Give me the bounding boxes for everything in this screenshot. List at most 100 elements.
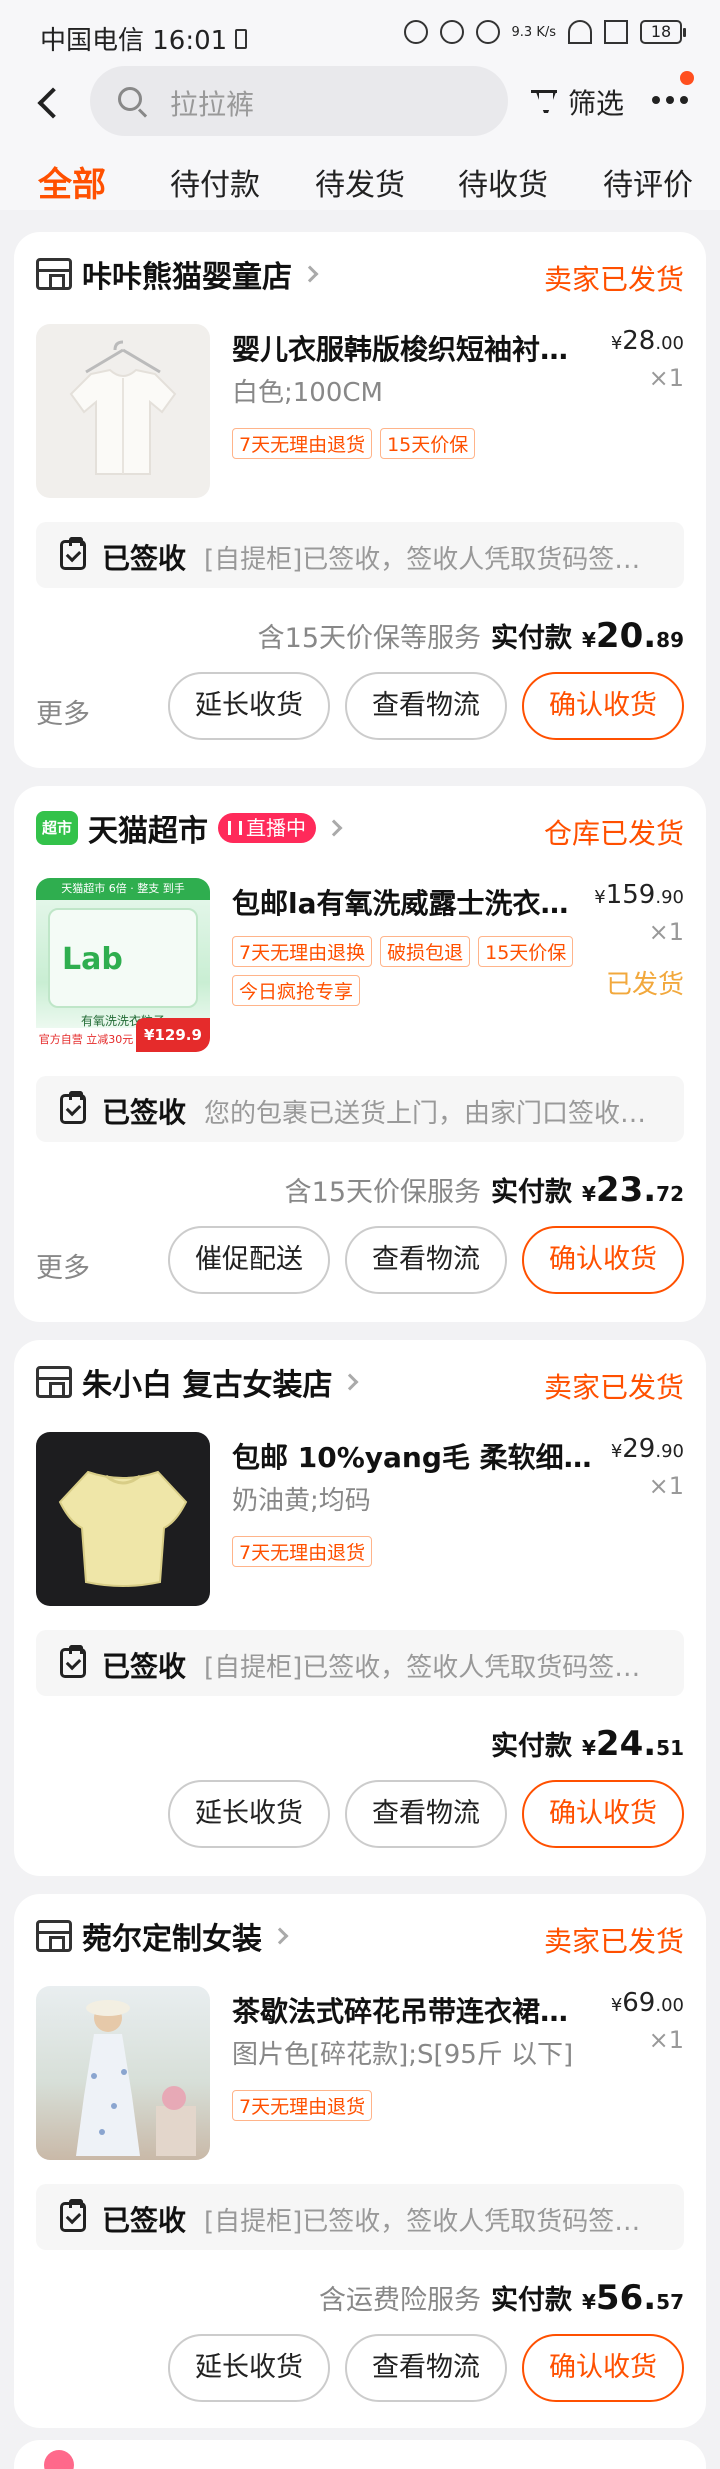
shop-name: 菀尔定制女装 bbox=[82, 1922, 262, 1957]
confirm-receipt-button[interactable]: 确认收货 bbox=[522, 672, 684, 740]
logistics-message: [自提柜]已签收，签收人凭取货码签收，如有疑问请联系 bbox=[204, 545, 664, 575]
service-tags: 7天无理由退货 bbox=[232, 2090, 592, 2121]
extend-receipt-button[interactable]: 延长收货 bbox=[168, 672, 330, 740]
tab-pending-receipt[interactable]: 待收货 bbox=[458, 160, 548, 204]
tab-pending-review[interactable]: 待评价 bbox=[603, 160, 693, 204]
order-status: 仓库已发货 bbox=[543, 817, 684, 850]
item-quantity: ×1 bbox=[648, 2026, 684, 2054]
clipboard-check-icon bbox=[60, 1091, 86, 1124]
more-link[interactable]: 更多 bbox=[36, 1246, 90, 1285]
filter-label: 筛选 bbox=[568, 87, 625, 120]
shop-header[interactable]: 咔咔熊猫婴童店 bbox=[36, 252, 319, 296]
shop-header[interactable]: 菀尔定制女装 bbox=[36, 1914, 289, 1958]
back-icon[interactable] bbox=[30, 84, 70, 124]
clipboard-check-icon bbox=[60, 537, 86, 570]
search-icon bbox=[118, 87, 142, 111]
chevron-right-icon bbox=[341, 1373, 359, 1391]
urge-delivery-button[interactable]: 催促配送 bbox=[168, 1226, 330, 1294]
logistics-message: [自提柜]已签收，签收人凭取货码签收，如有疑问请联系 bbox=[204, 2207, 664, 2237]
price-currency: ¥ bbox=[610, 333, 623, 354]
sign-label: 已签收 bbox=[102, 1096, 187, 1129]
product-sku: 图片色[碎花款];S[95斤 以下] bbox=[232, 2040, 574, 2070]
filter-button[interactable]: 筛选 bbox=[530, 82, 624, 122]
service-tag: 15天价保 bbox=[478, 936, 574, 967]
order-card: 咔咔熊猫婴童店 卖家已发货 婴儿衣服韩版梭织短袖衬衫夏季薄款 白色;100CM … bbox=[14, 232, 706, 768]
shop-header[interactable]: 朱小白 复古女装店 bbox=[36, 1360, 359, 1404]
product-title[interactable]: 包邮 10%yang毛 柔软细腻100%柔软 bbox=[232, 1436, 592, 1476]
price-currency: ¥ bbox=[610, 1441, 623, 1462]
item-price: ¥28.00 bbox=[611, 326, 684, 356]
paid-currency: ¥ bbox=[582, 2290, 596, 2314]
product-title[interactable]: 婴儿衣服韩版梭织短袖衬衫夏季薄款 bbox=[232, 328, 592, 368]
price-int: 28 bbox=[622, 326, 656, 356]
paid-label: 实付款 bbox=[491, 623, 572, 654]
store-icon bbox=[36, 1920, 72, 1952]
price-int: 29 bbox=[622, 1434, 656, 1464]
net-speed: 9.3 K/s bbox=[511, 24, 556, 40]
product-title[interactable]: 茶歇法式碎花吊带连衣裙夏季新款 bbox=[232, 1990, 592, 2030]
shop-avatar-icon bbox=[44, 2450, 74, 2469]
item-shipped-status: 已发货 bbox=[605, 970, 684, 1000]
view-logistics-button[interactable]: 查看物流 bbox=[345, 672, 507, 740]
product-sku: 奶油黄;均码 bbox=[232, 1486, 371, 1516]
paid-dec: 72 bbox=[656, 1182, 684, 1206]
logistics-status[interactable]: 已签收 [自提柜]已签收，签收人凭取货码签收，如有疑问请联系 bbox=[36, 522, 684, 588]
price-dec: .90 bbox=[655, 887, 684, 908]
status-icons: 9.3 K/s 18 bbox=[403, 20, 686, 44]
paid-dec: 51 bbox=[656, 1736, 684, 1760]
alarm-icon bbox=[439, 20, 464, 44]
sim-icon bbox=[235, 28, 248, 49]
order-summary: 含15天价保等服务 实付款 ¥20.89 bbox=[258, 616, 684, 656]
item-quantity: ×1 bbox=[648, 364, 684, 392]
product-thumbnail[interactable] bbox=[36, 324, 210, 498]
price-currency: ¥ bbox=[610, 1995, 623, 2016]
wifi-icon bbox=[568, 20, 592, 44]
service-note: 含15天价保等服务 bbox=[257, 623, 481, 654]
extend-receipt-button[interactable]: 延长收货 bbox=[168, 1780, 330, 1848]
extend-receipt-button[interactable]: 延长收货 bbox=[168, 2334, 330, 2402]
view-logistics-button[interactable]: 查看物流 bbox=[345, 1780, 507, 1848]
product-title[interactable]: 包邮la有氧洗威露士洗衣液持久留香 bbox=[232, 882, 592, 922]
confirm-receipt-button[interactable]: 确认收货 bbox=[522, 1226, 684, 1294]
more-link[interactable]: 更多 bbox=[36, 692, 90, 731]
view-logistics-button[interactable]: 查看物流 bbox=[345, 1226, 507, 1294]
logistics-status[interactable]: 已签收 [自提柜]已签收，签收人凭取货码签收，如有疑问请联系 bbox=[36, 1630, 684, 1696]
product-thumbnail[interactable]: 天猫超市 6倍 · 整支 到手 Lab 有氧洗洗衣粒子 官方自营 立减30元 ¥… bbox=[36, 878, 210, 1052]
service-tags: 7天无理由退换 破损包退 15天价保 今日疯抢专享 bbox=[232, 936, 592, 1006]
confirm-receipt-button[interactable]: 确认收货 bbox=[522, 1780, 684, 1848]
battery-icon: 18 bbox=[640, 20, 686, 44]
sign-label: 已签收 bbox=[102, 1650, 187, 1683]
thumb-banner: 天猫超市 6倍 · 整支 到手 bbox=[36, 878, 210, 900]
tab-all[interactable]: 全部 bbox=[38, 157, 106, 206]
logistics-status[interactable]: 已签收 [自提柜]已签收，签收人凭取货码签收，如有疑问请联系 bbox=[36, 2184, 684, 2250]
service-note: 含15天价保服务 bbox=[284, 1177, 481, 1208]
paid-amount: ¥20.89 bbox=[582, 616, 684, 656]
order-card: 朱小白 复古女装店 卖家已发货 包邮 10%yang毛 柔软细腻100%柔软 奶… bbox=[14, 1340, 706, 1876]
shop-header[interactable]: 超市 天猫超市 直播中 bbox=[36, 806, 343, 850]
service-tags: 7天无理由退货 bbox=[232, 1536, 592, 1567]
tab-pending-payment[interactable]: 待付款 bbox=[170, 160, 260, 204]
nfc-icon bbox=[403, 20, 428, 44]
product-thumbnail[interactable] bbox=[36, 1986, 210, 2160]
paid-amount: ¥23.72 bbox=[582, 1170, 684, 1210]
product-thumbnail[interactable] bbox=[36, 1432, 210, 1606]
live-badge[interactable]: 直播中 bbox=[218, 813, 316, 843]
view-logistics-button[interactable]: 查看物流 bbox=[345, 2334, 507, 2402]
service-tag: 7天无理由退货 bbox=[232, 2090, 373, 2121]
confirm-receipt-button[interactable]: 确认收货 bbox=[522, 2334, 684, 2402]
price-int: 159 bbox=[605, 880, 656, 910]
search-input[interactable]: 拉拉裤 bbox=[90, 66, 508, 136]
order-card: 超市 天猫超市 直播中 仓库已发货 天猫超市 6倍 · 整支 到手 Lab 有氧… bbox=[14, 786, 706, 1322]
paid-label: 实付款 bbox=[491, 2285, 572, 2316]
logistics-status[interactable]: 已签收 您的包裹已送货上门，由家门口签收，如有疑问请联系 bbox=[36, 1076, 684, 1142]
tab-pending-shipment[interactable]: 待发货 bbox=[315, 160, 405, 204]
item-quantity: ×1 bbox=[648, 1472, 684, 1500]
brand-text: Lab bbox=[62, 942, 123, 977]
order-tabs: 全部 待付款 待发货 待收货 待评价 bbox=[0, 160, 720, 210]
service-tags: 7天无理由退货 15天价保 bbox=[232, 428, 592, 459]
order-summary: 含运费险服务 实付款 ¥56.57 bbox=[319, 2278, 684, 2318]
store-icon bbox=[36, 1366, 72, 1398]
more-options-icon[interactable] bbox=[652, 96, 688, 104]
paid-dec: 57 bbox=[656, 2290, 684, 2314]
live-label: 直播中 bbox=[246, 816, 306, 840]
